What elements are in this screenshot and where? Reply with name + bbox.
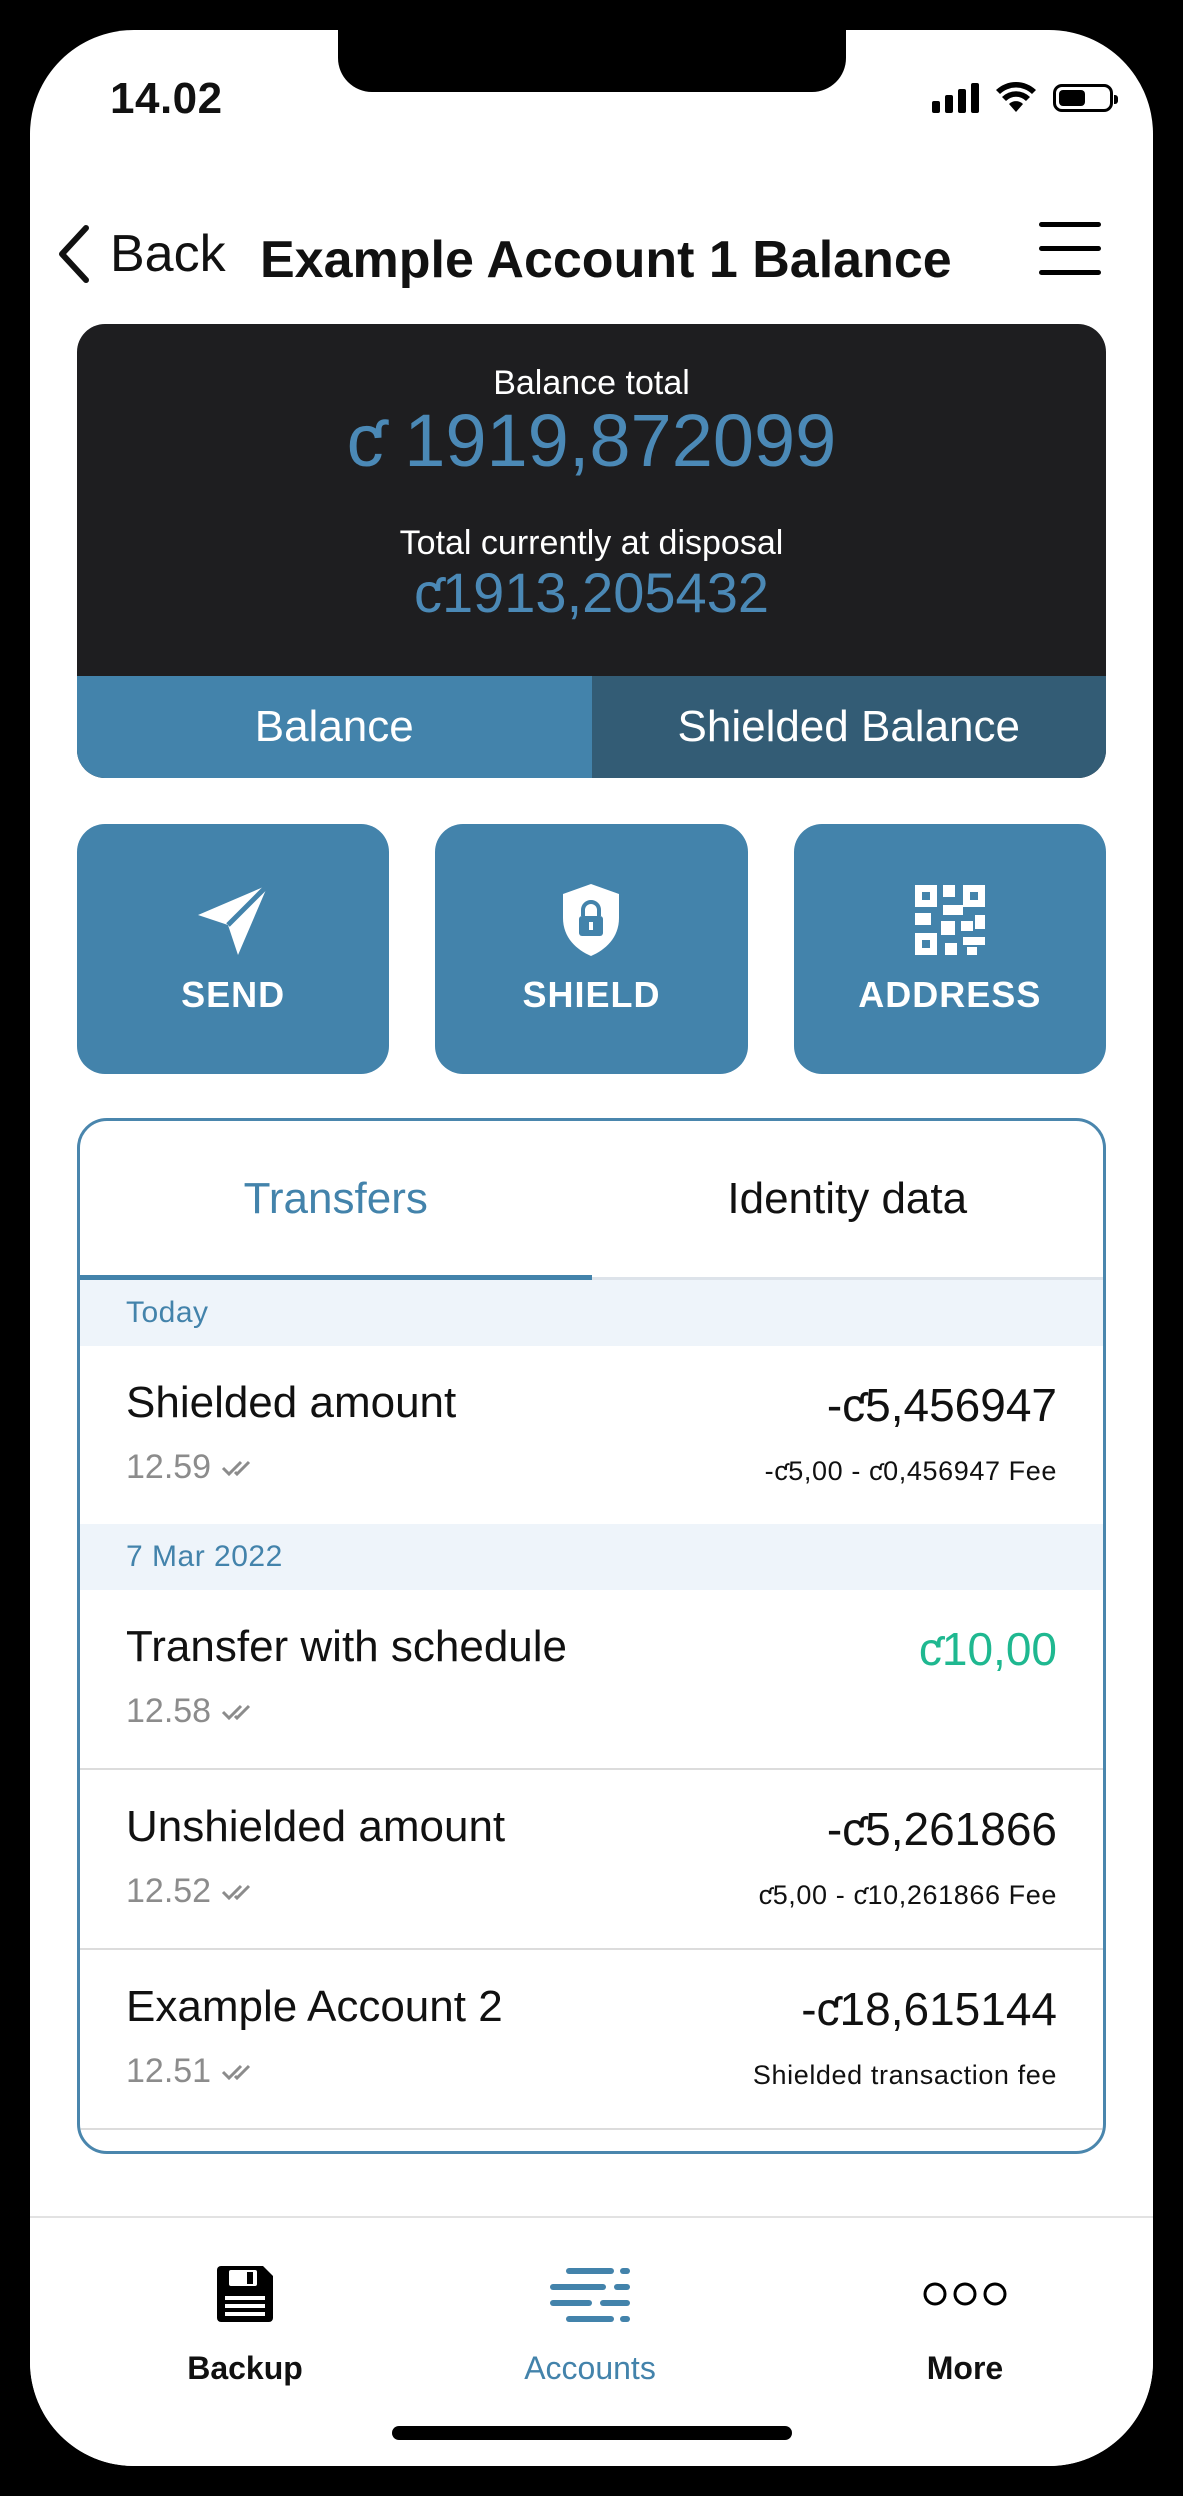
transaction-amount: -ƈ5,261866 — [826, 1803, 1057, 1855]
navigation-bar: Back Example Account 1 Balance — [30, 200, 1153, 310]
transaction-time: 12.58 — [126, 1692, 257, 1731]
date-header: 7 Mar 2022 — [80, 1524, 1103, 1590]
hamburger-menu-button[interactable] — [1039, 222, 1103, 278]
tab-more[interactable]: More — [815, 2258, 1115, 2387]
double-check-icon — [222, 1460, 251, 1476]
send-label: SEND — [181, 974, 286, 1015]
transaction-time-value: 12.51 — [126, 2052, 212, 2090]
shield-label: SHIELD — [522, 974, 661, 1015]
phone-frame: 14.02 Back Example Account 1 Balance Bal… — [0, 0, 1183, 2496]
tab-accounts-label: Accounts — [524, 2350, 656, 2386]
transaction-row[interactable]: Transfer with schedule 12.58 ƈ10,00 — [80, 1590, 1103, 1770]
wifi-icon — [996, 82, 1036, 112]
transaction-detail: -ƈ5,00 - ƈ0,456947 Fee — [764, 1456, 1057, 1486]
send-button[interactable]: SEND — [77, 824, 390, 1074]
transaction-name: Transfer with schedule — [126, 1622, 568, 1671]
back-button[interactable]: Back — [56, 224, 226, 284]
transaction-row[interactable]: Unshielded amount 12.52 -ƈ5,261866 ƈ5,00… — [80, 1770, 1103, 1950]
transaction-time-value: 12.58 — [126, 1692, 212, 1730]
tab-backup[interactable]: Backup — [95, 2258, 395, 2387]
tab-accounts[interactable]: Accounts — [440, 2258, 740, 2387]
transaction-row[interactable]: Shielded amount 12.59 -ƈ5,456947 -ƈ5,00 … — [80, 1346, 1103, 1524]
page-title: Example Account 1 Balance — [260, 231, 952, 289]
double-check-icon — [222, 1704, 251, 1720]
transaction-time: 12.59 — [126, 1448, 257, 1487]
device-notch — [338, 30, 846, 92]
tab-backup-label: Backup — [187, 2350, 303, 2386]
home-indicator[interactable] — [392, 2426, 792, 2440]
action-buttons: SEND SHIELD ADDRESS — [77, 824, 1106, 1074]
double-check-icon — [222, 1884, 251, 1900]
transaction-name: Shielded amount — [126, 1378, 457, 1427]
transaction-time-value: 12.52 — [126, 1872, 212, 1910]
status-time: 14.02 — [110, 74, 223, 123]
transaction-amount: -ƈ18,615144 — [801, 1983, 1057, 2035]
floppy-disk-icon — [217, 2266, 273, 2322]
tab-transfers[interactable]: Transfers — [80, 1121, 592, 1277]
disposal-label: Total currently at disposal — [399, 524, 784, 562]
transaction-time: 12.51 — [126, 2052, 257, 2091]
panel-tabs: Transfers Identity data — [80, 1121, 1103, 1280]
transaction-time: 12.52 — [126, 1872, 257, 1911]
active-tab-indicator — [80, 1275, 592, 1280]
transaction-detail: ƈ5,00 - ƈ10,261866 Fee — [758, 1880, 1057, 1910]
transaction-name: Example Account 2 — [126, 1982, 503, 2031]
transaction-name: Unshielded amount — [126, 1802, 506, 1851]
accounts-list-icon — [550, 2268, 630, 2322]
address-label: ADDRESS — [858, 974, 1042, 1015]
shield-button[interactable]: SHIELD — [435, 824, 748, 1074]
transaction-detail: Shielded transaction fee — [752, 2060, 1057, 2090]
address-button[interactable]: ADDRESS — [793, 824, 1106, 1074]
transaction-amount: -ƈ5,456947 — [826, 1379, 1057, 1431]
balance-card: Balance total ƈ 1919,872099 Total curren… — [77, 324, 1106, 778]
transaction-amount: ƈ10,00 — [918, 1623, 1057, 1675]
balance-total-value: ƈ 1919,872099 — [346, 399, 837, 482]
battery-icon — [1053, 84, 1118, 112]
activity-panel: Transfers Identity data Today Shielded a… — [77, 1118, 1106, 2154]
back-label: Back — [110, 225, 226, 283]
date-header: Today — [80, 1280, 1103, 1346]
shielded-balance-toggle-button[interactable]: Shielded Balance — [591, 676, 1106, 778]
transaction-row[interactable]: Example Account 2 12.51 -ƈ18,615144 Shie… — [80, 1950, 1103, 2130]
double-check-icon — [222, 2064, 251, 2080]
transaction-time-value: 12.59 — [126, 1448, 212, 1486]
chevron-left-icon — [59, 225, 89, 283]
tab-more-label: More — [926, 2350, 1004, 2386]
app-screen: 14.02 Back Example Account 1 Balance Bal… — [30, 30, 1153, 2466]
tab-identity-data[interactable]: Identity data — [592, 1121, 1104, 1277]
balance-toggle: Balance Shielded Balance — [77, 676, 1106, 778]
shield-lock-icon — [563, 884, 620, 956]
qr-code-icon — [914, 885, 985, 955]
status-icons — [932, 82, 1118, 114]
paper-plane-icon — [198, 883, 270, 955]
cellular-signal-icon — [932, 83, 979, 113]
more-dots-icon — [923, 2282, 1007, 2306]
disposal-value: ƈ1913,205432 — [413, 561, 769, 624]
balance-toggle-button[interactable]: Balance — [77, 676, 592, 778]
